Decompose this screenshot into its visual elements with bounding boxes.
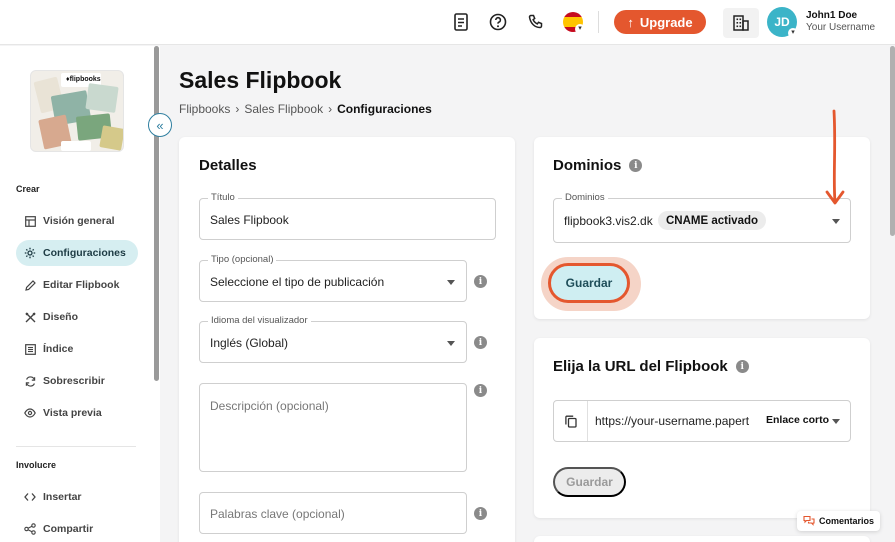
comments-button[interactable]: Comentarios	[797, 511, 880, 531]
organization-icon[interactable]	[723, 8, 759, 38]
sidebar-item-compartir[interactable]: Compartir	[16, 516, 138, 542]
domains-field-label: Dominios	[562, 192, 608, 203]
info-icon[interactable]: i	[474, 507, 487, 520]
url-save-button[interactable]: Guardar	[553, 467, 626, 497]
help-icon[interactable]	[487, 11, 509, 33]
divider	[598, 11, 599, 33]
index-list-icon	[24, 343, 36, 355]
comments-icon	[803, 515, 815, 528]
details-title: Detalles	[199, 157, 257, 174]
next-card	[534, 536, 870, 542]
info-icon[interactable]: i	[474, 336, 487, 349]
layout-icon	[24, 215, 36, 227]
descripcion-textarea[interactable]: Descripción (opcional)	[199, 383, 467, 472]
breadcrumb-current: Configuraciones	[337, 102, 432, 116]
sidebar-item-vision-general[interactable]: Visión general	[16, 208, 138, 234]
sidebar-item-diseno[interactable]: Diseño	[16, 304, 138, 330]
section-label-involve: Involucre	[16, 460, 57, 470]
url-input[interactable]: https://your-username.papert	[595, 414, 751, 428]
sidebar-divider	[16, 446, 136, 447]
chevron-down-icon: ▾	[575, 24, 585, 34]
collapse-sidebar-button[interactable]: «	[148, 113, 172, 137]
sidebar-item-configuraciones[interactable]: Configuraciones	[16, 240, 138, 266]
chevron-down-icon: ▾	[788, 28, 798, 38]
sidebar-item-indice[interactable]: Índice	[16, 336, 138, 362]
page-title: Sales Flipbook	[179, 67, 342, 93]
titulo-label: Título	[208, 192, 238, 203]
share-icon	[24, 523, 36, 535]
upgrade-button[interactable]: ↑ Upgrade	[614, 10, 706, 34]
descripcion-placeholder: Descripción (opcional)	[210, 399, 329, 413]
dropdown-caret-icon	[447, 341, 455, 346]
tipo-select[interactable]: Tipo (opcional) Seleccione el tipo de pu…	[199, 254, 467, 302]
palabras-clave-placeholder: Palabras clave (opcional)	[210, 507, 345, 521]
info-icon[interactable]: i	[474, 384, 487, 397]
arrow-up-icon: ↑	[627, 14, 634, 30]
titulo-field[interactable]: Título Sales Flipbook	[199, 192, 496, 240]
breadcrumb-flipbooks[interactable]: Flipbooks	[179, 102, 230, 116]
sidebar-scrollbar[interactable]	[154, 46, 159, 381]
info-icon[interactable]: i	[474, 275, 487, 288]
phone-icon[interactable]	[525, 11, 547, 33]
palabras-clave-input[interactable]: Palabras clave (opcional)	[199, 492, 467, 534]
idioma-select[interactable]: Idioma del visualizador Inglés (Global)	[199, 315, 467, 363]
top-bar: ▾ ↑ Upgrade JD ▾ John1 Doe Your Username	[0, 0, 895, 45]
sidebar-item-vista-previa[interactable]: Vista previa	[16, 400, 138, 426]
sidebar-item-sobrescribir[interactable]: Sobrescribir	[16, 368, 138, 394]
annotation-arrow-icon	[825, 109, 845, 205]
user-handle: Your Username	[806, 22, 876, 33]
user-name[interactable]: John1 Doe	[806, 10, 857, 21]
url-mode-select[interactable]: Enlace corto	[766, 414, 829, 426]
copy-icon[interactable]	[554, 401, 588, 441]
breadcrumb: Flipbooks › Sales Flipbook › Configuraci…	[179, 102, 432, 116]
cname-badge: CNAME activado	[658, 211, 767, 230]
section-label-create: Crear	[16, 184, 40, 194]
info-icon[interactable]: i	[735, 360, 749, 373]
domains-save-button[interactable]: Guardar	[548, 263, 630, 303]
titulo-value: Sales Flipbook	[210, 213, 289, 227]
url-field: https://your-username.papert Enlace cort…	[553, 400, 851, 442]
tipo-label: Tipo (opcional)	[208, 254, 277, 265]
idioma-label: Idioma del visualizador	[208, 315, 311, 326]
dropdown-caret-icon	[447, 280, 455, 285]
tipo-value: Seleccione el tipo de publicación	[210, 275, 385, 289]
eye-icon	[24, 407, 36, 419]
info-icon[interactable]: i	[629, 159, 643, 172]
pencil-icon	[24, 279, 36, 291]
breadcrumb-sales-flipbook[interactable]: Sales Flipbook	[244, 102, 323, 116]
gear-icon	[24, 247, 36, 259]
domains-title: Dominios	[553, 157, 622, 174]
document-icon[interactable]	[450, 11, 472, 33]
url-title: Elija la URL del Flipbook	[553, 358, 728, 375]
domains-value: flipbook3.vis2.dk	[564, 214, 653, 228]
sidebar-item-insertar[interactable]: Insertar	[16, 484, 138, 510]
sidebar-item-editar-flipbook[interactable]: Editar Flipbook	[16, 272, 138, 298]
dropdown-caret-icon	[832, 219, 840, 224]
chevron-right-icon: ›	[328, 102, 333, 116]
code-icon	[24, 491, 36, 503]
url-title-row: Elija la URL del Flipbook i	[553, 358, 749, 375]
idioma-value: Inglés (Global)	[210, 336, 289, 350]
refresh-icon	[24, 375, 36, 387]
flipbook-thumbnail: ♦flipbooks	[30, 70, 124, 152]
chevron-right-icon: ›	[235, 102, 240, 116]
dropdown-caret-icon	[832, 419, 840, 424]
design-tools-icon	[24, 311, 36, 323]
domains-title-row: Dominios i	[553, 157, 643, 174]
page-scrollbar[interactable]	[890, 46, 895, 236]
